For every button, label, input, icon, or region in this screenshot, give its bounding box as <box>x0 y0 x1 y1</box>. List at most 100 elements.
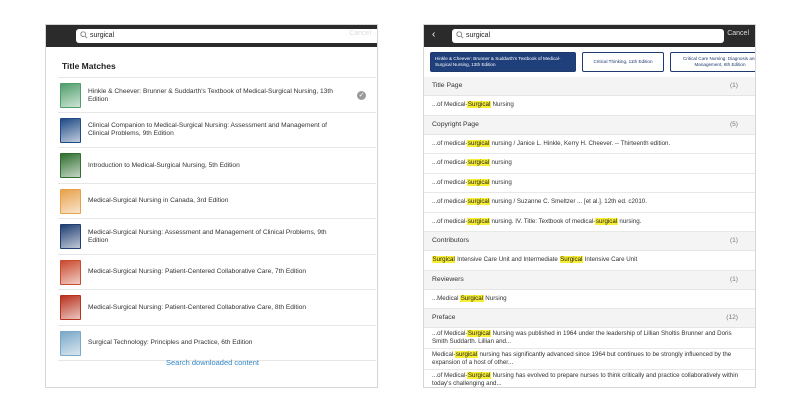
section-count: (12) <box>726 314 738 321</box>
book-chip-selected[interactable]: Hinkle & Cheever: Brunner & Suddarth's T… <box>430 52 576 72</box>
search-result-snippet[interactable]: ...of medical-surgical nursing / Janice … <box>424 135 755 154</box>
search-bar: ‹ surgical Cancel <box>424 25 755 47</box>
title-match-row[interactable]: Medical-Surgical Nursing in Canada, 3rd … <box>58 184 376 219</box>
book-chip[interactable]: Critical Care Nursing: Diagnosis and Man… <box>670 52 755 72</box>
book-title: Medical-Surgical Nursing: Patient-Center… <box>88 268 307 275</box>
title-match-row[interactable]: Medical-Surgical Nursing: Patient-Center… <box>58 255 376 290</box>
book-title: Clinical Companion to Medical-Surgical N… <box>88 122 327 137</box>
title-match-list: Hinkle & Cheever: Brunner & Suddarth's T… <box>58 77 376 361</box>
search-downloaded-content-link[interactable]: Search downloaded content <box>46 358 377 367</box>
search-result-snippet[interactable]: ...of medical-surgical nursing. IV. Titl… <box>424 213 755 232</box>
snippet-text: ...of medical-surgical nursing <box>432 178 512 187</box>
cancel-button[interactable]: Cancel <box>727 30 749 37</box>
search-term-highlight: surgical <box>467 198 490 206</box>
snippet-fragment: nursing has significantly advanced since… <box>432 351 732 366</box>
in-book-search-panel: ‹ surgical Cancel Hinkle & Cheever: Brun… <box>423 24 756 388</box>
title-match-row[interactable]: Clinical Companion to Medical-Surgical N… <box>58 113 376 148</box>
title-match-row[interactable]: Introduction to Medical-Surgical Nursing… <box>58 148 376 184</box>
search-bar: surgical Cancel <box>46 25 377 47</box>
search-result-snippet[interactable]: ...of Medical-Surgical Nursing <box>424 96 755 116</box>
title-match-row[interactable]: Surgical Technology: Principles and Prac… <box>58 326 376 361</box>
search-term-highlight: surgical <box>455 351 478 358</box>
search-result-snippet[interactable]: ...of Medical-Surgical Nursing has evolv… <box>424 370 755 387</box>
snippet-fragment: ...of medical- <box>432 159 468 167</box>
search-input[interactable]: surgical <box>452 29 724 43</box>
checkmark-icon: ✓ <box>357 91 366 100</box>
snippet-text: ...of medical-surgical nursing. IV. Titl… <box>432 217 642 226</box>
snippet-fragment: ...of medical- <box>432 217 468 225</box>
search-result-snippet[interactable]: ...of medical-surgical nursing <box>424 174 755 193</box>
snippet-text: Medical-surgical nursing has significant… <box>432 351 747 367</box>
title-match-row[interactable]: Medical-Surgical Nursing: Assessment and… <box>58 219 376 255</box>
book-cover-thumbnail <box>60 224 81 249</box>
cancel-button[interactable]: Cancel <box>349 30 371 37</box>
section-title: Title Matches <box>62 61 116 71</box>
search-result-snippet[interactable]: ...of medical-surgical nursing / Suzanne… <box>424 193 755 213</box>
search-term-highlight: Surgical <box>467 372 491 379</box>
search-result-snippet[interactable]: ...Medical Surgical Nursing <box>424 290 755 309</box>
snippet-fragment: nursing. IV. Title: Textbook of medical- <box>489 217 596 225</box>
title-match-row[interactable]: Hinkle & Cheever: Brunner & Suddarth's T… <box>58 77 376 113</box>
snippet-fragment: Intensive Care Unit <box>582 256 638 264</box>
snippet-fragment: Nursing <box>483 294 507 302</box>
book-filter-chips: Hinkle & Cheever: Brunner & Suddarth's T… <box>430 52 755 72</box>
title-search-panel: surgical Cancel Title Matches Hinkle & C… <box>45 24 378 388</box>
snippet-fragment: nursing <box>489 159 512 167</box>
section-header: Title Page (1) <box>424 77 755 96</box>
snippet-fragment: ...of Medical- <box>432 372 468 379</box>
book-title: Medical-Surgical Nursing in Canada, 3rd … <box>88 197 229 204</box>
back-icon[interactable]: ‹ <box>432 29 435 41</box>
snippet-text: ...Medical Surgical Nursing <box>432 294 507 303</box>
snippet-text: ...of medical-surgical nursing / Suzanne… <box>432 198 647 206</box>
book-chip[interactable]: Critical Thinking, 11th Edition <box>582 52 664 72</box>
search-term-highlight: Surgical <box>467 330 491 337</box>
snippet-text: ...of medical-surgical nursing <box>432 159 512 167</box>
section-count: (1) <box>729 275 738 283</box>
book-cover-thumbnail <box>60 330 81 356</box>
section-count: (1) <box>729 237 738 244</box>
book-title: Hinkle & Cheever: Brunner & Suddarth's T… <box>88 87 333 103</box>
book-cover-thumbnail <box>60 259 81 285</box>
result-list: Title Page (1) ...of Medical-Surgical Nurs… <box>424 77 755 387</box>
book-cover-thumbnail <box>60 188 81 214</box>
search-result-snippet[interactable]: Surgical Intensive Care Unit and Interme… <box>424 251 755 271</box>
section-header: Preface (12) <box>424 309 755 328</box>
snippet-fragment: nursing. <box>617 217 642 225</box>
search-result-snippet[interactable]: Medical-surgical nursing has significant… <box>424 349 755 370</box>
section-name: Title Page <box>432 82 463 89</box>
snippet-text: Surgical Intensive Care Unit and Interme… <box>432 256 637 264</box>
snippet-fragment: ...of Medical- <box>432 330 468 337</box>
search-term-highlight: surgical <box>467 178 490 186</box>
search-term-highlight: surgical <box>467 217 490 225</box>
search-icon <box>456 31 464 39</box>
search-input[interactable]: surgical <box>76 29 377 43</box>
search-term-highlight: Surgical <box>559 256 583 264</box>
snippet-fragment: Intensive Care Unit and Intermediate <box>455 256 560 264</box>
search-result-snippet[interactable]: ...of Medical-Surgical Nursing was publi… <box>424 328 755 349</box>
snippet-fragment: Medical- <box>432 351 456 358</box>
section-name: Preface <box>432 314 456 321</box>
title-match-row[interactable]: Medical-Surgical Nursing: Patient-Center… <box>58 290 376 326</box>
snippet-fragment: ...of medical- <box>432 178 468 186</box>
snippet-text: ...of medical-surgical nursing / Janice … <box>432 139 671 148</box>
section-header: Contributors (1) <box>424 232 755 251</box>
snippet-text: ...of Medical-Surgical Nursing was publi… <box>432 330 747 346</box>
book-cover-thumbnail <box>60 117 81 143</box>
search-icon <box>80 31 88 39</box>
section-header: Copyright Page (5) <box>424 115 755 135</box>
section-header: Reviewers (1) <box>424 270 755 290</box>
snippet-fragment: nursing / Janice L. Hinkle, Kerry H. Che… <box>489 139 671 147</box>
snippet-text: ...of Medical-Surgical Nursing has evolv… <box>432 372 747 387</box>
search-query: surgical <box>466 32 491 39</box>
search-term-highlight: Surgical <box>432 256 456 264</box>
snippet-fragment: ...of medical- <box>432 139 468 147</box>
search-result-snippet[interactable]: ...of medical-surgical nursing <box>424 154 755 174</box>
book-title: Introduction to Medical-Surgical Nursing… <box>88 161 240 169</box>
book-title: Medical-Surgical Nursing: Assessment and… <box>88 228 327 244</box>
section-count: (1) <box>729 82 738 89</box>
search-term-highlight: surgical <box>467 139 490 147</box>
book-title: Surgical Technology: Principles and Prac… <box>88 339 253 346</box>
snippet-fragment: ...Medical <box>432 294 461 302</box>
search-term-highlight: Surgical <box>460 294 484 302</box>
snippet-fragment: nursing / Suzanne C. Smeltzer ... [et al… <box>489 198 647 206</box>
